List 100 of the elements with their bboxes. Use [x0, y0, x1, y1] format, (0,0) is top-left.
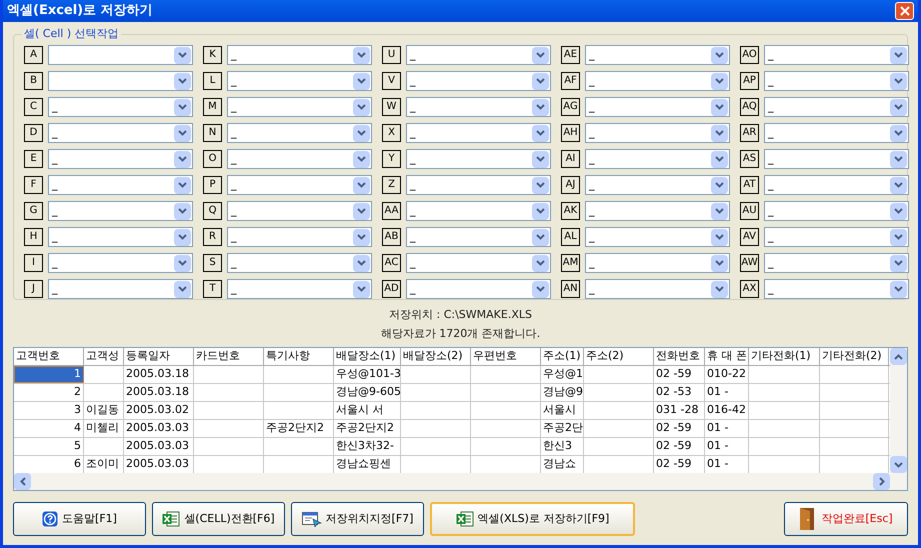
horizontal-scrollbar[interactable]	[14, 473, 907, 490]
column-select[interactable]: _	[585, 201, 730, 221]
column-select[interactable]: _	[585, 227, 730, 247]
cell-label: A	[24, 46, 43, 64]
cell-label: AT	[740, 176, 759, 194]
table-cell: 2005.03.03	[124, 420, 194, 437]
column-header[interactable]: 등록일자	[124, 348, 194, 365]
column-select[interactable]: _	[406, 123, 551, 143]
column-select[interactable]: _	[48, 175, 193, 195]
column-header[interactable]: 기타전화(2)	[820, 348, 889, 365]
column-select[interactable]: _	[764, 227, 909, 247]
column-select[interactable]: _	[227, 201, 372, 221]
column-select[interactable]: _	[227, 279, 372, 299]
table-cell: 5	[14, 438, 84, 455]
column-select[interactable]: _	[764, 97, 909, 117]
table-cell: 02 -59	[654, 438, 705, 455]
column-select[interactable]: _	[48, 201, 193, 221]
column-header[interactable]: 우편번호	[471, 348, 541, 365]
column-select[interactable]: _	[227, 175, 372, 195]
column-select[interactable]: _	[585, 253, 730, 273]
column-select[interactable]: _	[227, 123, 372, 143]
cell-label: O	[203, 150, 222, 168]
action-button[interactable]: 엑셀(XLS)로 저장하기[F9]	[430, 502, 635, 536]
cell-label: Q	[203, 202, 222, 220]
column-select[interactable]: _	[227, 71, 372, 91]
cell-label: L	[203, 72, 222, 90]
column-header[interactable]: 주소(1)	[541, 348, 584, 365]
cell-label: G	[24, 202, 43, 220]
column-select[interactable]: _	[48, 97, 193, 117]
column-select[interactable]: _	[585, 45, 730, 65]
column-select[interactable]: _	[406, 175, 551, 195]
column-select[interactable]: _	[406, 71, 551, 91]
column-header[interactable]: 휴 대 폰	[705, 348, 749, 365]
column-select[interactable]: _	[764, 45, 909, 65]
column-select[interactable]: _	[227, 45, 372, 65]
table-cell: 2005.03.18	[124, 366, 194, 383]
cell-label: AE	[561, 46, 580, 64]
column-select[interactable]: _	[227, 227, 372, 247]
column-header[interactable]: 주소(2)	[584, 348, 654, 365]
table-cell: 02 -59	[654, 420, 705, 437]
column-select[interactable]: _	[764, 149, 909, 169]
scroll-left-icon[interactable]	[20, 477, 26, 486]
table-cell: 031 -28	[654, 402, 705, 419]
cell-label: Y	[382, 150, 401, 168]
action-button[interactable]: 도움말[F1]	[13, 502, 146, 536]
cell-label: AF	[561, 72, 580, 90]
column-select[interactable]: _	[585, 279, 730, 299]
cell-label: K	[203, 46, 222, 64]
column-header[interactable]: 배달장소(2)	[401, 348, 471, 365]
column-header[interactable]: 전화번호	[654, 348, 705, 365]
column-header[interactable]: 카드번호	[194, 348, 264, 365]
column-select[interactable]: _	[764, 123, 909, 143]
column-select[interactable]	[48, 45, 193, 65]
column-select[interactable]: _	[585, 97, 730, 117]
column-select[interactable]: _	[764, 201, 909, 221]
column-select[interactable]: _	[48, 123, 193, 143]
column-select[interactable]: _	[764, 71, 909, 91]
column-select[interactable]: _	[48, 253, 193, 273]
column-select[interactable]: _	[406, 97, 551, 117]
cell-label: J	[24, 280, 43, 298]
action-button[interactable]: 저장위치지정[F7]	[291, 502, 424, 536]
column-select[interactable]: _	[227, 253, 372, 273]
column-header[interactable]: 고객성	[84, 348, 124, 365]
column-select[interactable]: _	[48, 227, 193, 247]
column-select[interactable]: _	[227, 149, 372, 169]
column-select[interactable]: _	[48, 149, 193, 169]
column-select[interactable]: _	[585, 123, 730, 143]
column-header[interactable]: 고객번호	[14, 348, 84, 365]
close-button[interactable]	[895, 2, 914, 20]
column-header[interactable]: 특기사항	[264, 348, 334, 365]
column-select[interactable]: _	[406, 45, 551, 65]
column-select[interactable]: _	[585, 175, 730, 195]
cell-label: AL	[561, 228, 580, 246]
scroll-down-icon[interactable]	[894, 462, 903, 468]
column-select[interactable]: _	[406, 279, 551, 299]
column-select[interactable]: _	[406, 149, 551, 169]
scroll-right-icon[interactable]	[878, 477, 884, 486]
table-cell: 01 -	[705, 438, 749, 455]
column-select[interactable]: _	[406, 201, 551, 221]
column-select[interactable]: _	[764, 253, 909, 273]
cell-label: C	[24, 98, 43, 116]
column-select[interactable]: _	[585, 71, 730, 91]
cell-label: B	[24, 72, 43, 90]
column-select[interactable]: _	[764, 175, 909, 195]
column-header[interactable]: 배달장소(1)	[334, 348, 401, 365]
action-button[interactable]: 작업완료[Esc]	[784, 502, 908, 536]
column-select[interactable]: _	[764, 279, 909, 299]
vertical-scrollbar[interactable]	[890, 348, 907, 473]
column-select[interactable]: _	[406, 253, 551, 273]
table-cell: 016-42	[705, 402, 749, 419]
column-select[interactable]: _	[227, 97, 372, 117]
column-select[interactable]: _	[48, 279, 193, 299]
action-button[interactable]: 셀(CELL)전환[F6]	[152, 502, 285, 536]
column-select[interactable]	[48, 71, 193, 91]
column-header[interactable]: 기타전화(1)	[749, 348, 820, 365]
cell-label: E	[24, 150, 43, 168]
column-select[interactable]: _	[406, 227, 551, 247]
scroll-up-icon[interactable]	[894, 354, 903, 360]
column-select[interactable]: _	[585, 149, 730, 169]
table-cell: 2005.03.03	[124, 438, 194, 455]
